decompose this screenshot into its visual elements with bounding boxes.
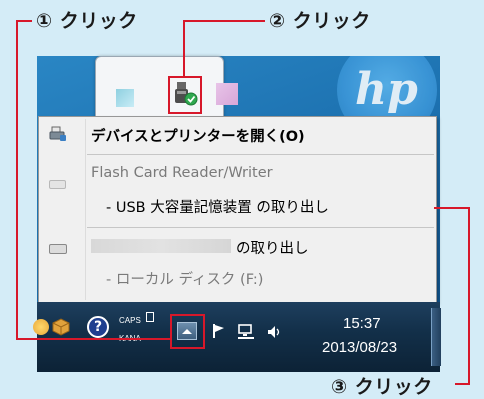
taskbar: ? CAPS KANA 15:37 2013/08/23	[33, 302, 441, 372]
volume-icon[interactable]	[266, 324, 282, 340]
step1-highlight-box	[170, 314, 205, 349]
redacted-device-name	[91, 239, 231, 253]
menu-item-label: - USB 大容量記憶装置 の取り出し	[106, 200, 329, 216]
menu-item-card-reader: Flash Card Reader/Writer	[39, 161, 436, 189]
devices-printers-icon	[49, 126, 67, 142]
network-icon[interactable]	[237, 324, 255, 340]
app-tray-icon[interactable]	[116, 89, 134, 107]
step1-line-top	[16, 20, 32, 22]
menu-separator	[87, 154, 434, 155]
ime-status-icon[interactable]	[146, 312, 154, 322]
step1-line-bottom	[16, 338, 170, 340]
step2-line-top	[183, 20, 265, 22]
menu-item-label: - ローカル ディスク (F:)	[106, 272, 264, 288]
help-icon[interactable]: ?	[87, 316, 109, 338]
clock-time[interactable]: 15:37	[343, 315, 381, 332]
step3-line-bottom	[455, 383, 470, 385]
context-menu: デバイスとプリンターを開く(O) Flash Card Reader/Write…	[38, 116, 437, 341]
step2-line-down	[183, 20, 185, 76]
menu-item-local-disk: - ローカル ディスク (F:)	[39, 264, 436, 290]
action-center-flag-icon[interactable]	[211, 323, 227, 339]
step3-line-right	[434, 207, 470, 209]
package-icon[interactable]	[51, 316, 71, 336]
menu-item-label: の取り出し	[236, 241, 309, 257]
app-tray-icon-2[interactable]	[216, 83, 238, 105]
menu-item-label: デバイスとプリンターを開く(O)	[91, 129, 305, 145]
card-reader-icon	[49, 180, 66, 189]
notification-overflow-window	[95, 56, 238, 120]
menu-item-devices-printers[interactable]: デバイスとプリンターを開く(O)	[39, 121, 436, 147]
clock-date[interactable]: 2013/08/23	[322, 339, 397, 356]
step2-highlight-box	[168, 76, 202, 114]
menu-item-label: Flash Card Reader/Writer	[91, 165, 273, 181]
step2-label: ② クリック	[269, 10, 371, 32]
caps-indicator: CAPS	[119, 316, 141, 325]
step3-label: ③ クリック	[331, 376, 433, 398]
menu-item-eject-drive[interactable]: の取り出し	[39, 233, 436, 259]
show-desktop-button[interactable]	[431, 308, 441, 366]
step3-line-down	[468, 207, 470, 385]
step1-label: ① クリック	[36, 10, 138, 32]
tray-icon-1[interactable]	[33, 319, 49, 335]
menu-item-eject-usb-storage[interactable]: - USB 大容量記憶装置 の取り出し	[39, 190, 436, 218]
menu-separator	[87, 227, 434, 228]
step1-line-left	[16, 20, 18, 340]
drive-icon	[49, 244, 67, 254]
